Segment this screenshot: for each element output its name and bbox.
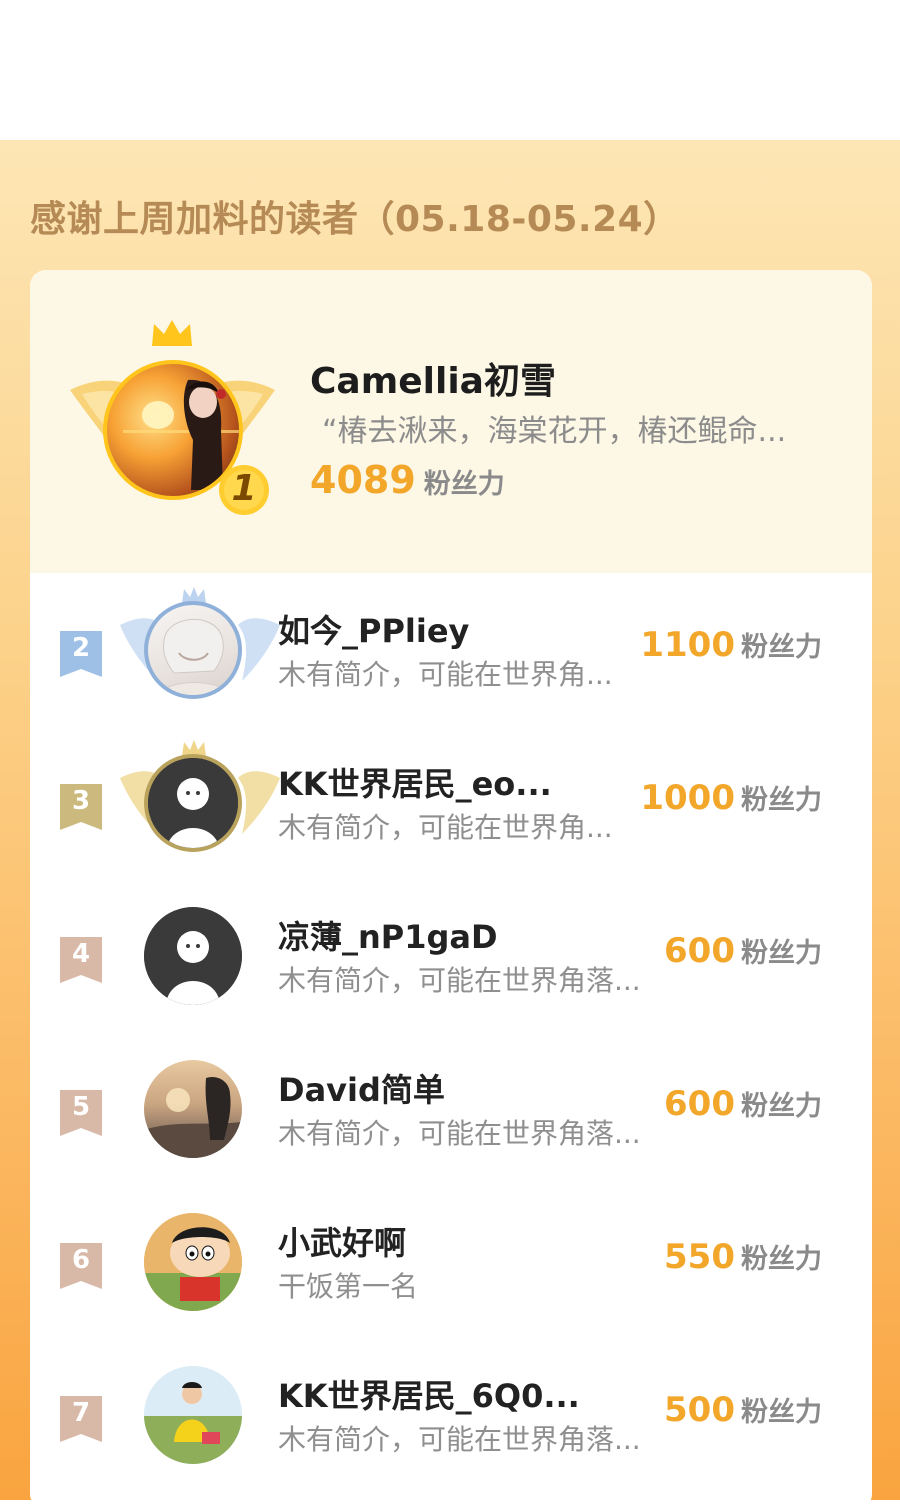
top-reader-bio: “椿去湫来，海棠花开，椿还鲲命... <box>322 414 787 449</box>
list-item[interactable]: 7 KK世界居民_6Q0... 木有简介，可能在世界角落... 500 粉丝力 <box>30 1338 872 1488</box>
avatar-frame <box>110 1044 290 1174</box>
score-unit: 粉丝力 <box>741 632 822 663</box>
reader-bio: 木有简介，可能在世界角... <box>278 658 613 691</box>
rank-number: 5 <box>71 1092 91 1122</box>
leaderboard-panel: 感谢上周加料的读者（05.18-05.24） 1 Camellia初雪 “椿去湫… <box>0 140 900 1510</box>
rank-number: 6 <box>71 1245 91 1275</box>
score-value: 1100 <box>640 625 735 665</box>
score-value: 4089 <box>310 458 416 502</box>
person-photo-icon <box>144 1366 242 1464</box>
top-reader-row[interactable]: 1 Camellia初雪 “椿去湫来，海棠花开，椿还鲲命... 4089 粉丝力 <box>30 270 872 573</box>
score-unit: 粉丝力 <box>741 938 822 969</box>
leaderboard-card: 1 Camellia初雪 “椿去湫来，海棠花开，椿还鲲命... 4089 粉丝力 … <box>30 270 872 1510</box>
reader-score: 600 粉丝力 <box>664 931 822 971</box>
list-item[interactable]: 6 小武好啊 干饭第一名 550 粉丝力 <box>30 1185 872 1335</box>
top-reader-name[interactable]: Camellia初雪 <box>310 352 556 404</box>
reader-name[interactable]: 小武好啊 <box>278 1218 406 1264</box>
reader-name[interactable]: 如今_PPliey <box>278 606 469 652</box>
list-item[interactable]: 4 凉薄_nP1gaD 木有简介，可能在世界角落... 600 粉丝力 <box>30 879 872 1029</box>
rank-number: 2 <box>71 633 91 663</box>
avatar[interactable] <box>144 1060 242 1158</box>
crown-icon <box>152 320 192 346</box>
avatar[interactable] <box>144 754 242 852</box>
avatar-frame <box>110 891 290 1021</box>
reader-bio: 木有简介，可能在世界角... <box>278 811 613 844</box>
score-unit: 粉丝力 <box>423 469 505 500</box>
score-unit: 粉丝力 <box>741 785 822 816</box>
avatar[interactable] <box>144 907 242 1005</box>
reader-score: 550 粉丝力 <box>664 1237 822 1277</box>
avatar[interactable] <box>144 1366 242 1464</box>
score-unit: 粉丝力 <box>741 1397 822 1428</box>
default-avatar-icon <box>144 907 242 1005</box>
score-value: 600 <box>664 931 735 971</box>
score-unit: 粉丝力 <box>741 1091 822 1122</box>
top-avatar-frame: 1 <box>70 320 275 520</box>
landscape-photo-icon <box>144 1076 242 1158</box>
silver-avatar-frame <box>110 585 290 715</box>
score-value: 1000 <box>640 778 735 818</box>
default-avatar-icon <box>148 758 238 848</box>
score-value: 600 <box>664 1084 735 1124</box>
rank-number: 4 <box>71 939 91 969</box>
cartoon-boy-photo-icon <box>144 1213 242 1311</box>
reader-bio: 干饭第一名 <box>278 1270 419 1303</box>
rank-number: 7 <box>71 1398 91 1428</box>
list-item[interactable]: 2 如今_PPliey 木有简介，可能在世界角... 1100 粉丝力 <box>30 573 872 723</box>
score-value: 500 <box>664 1390 735 1430</box>
score-unit: 粉丝力 <box>741 1244 822 1275</box>
reader-score: 600 粉丝力 <box>664 1084 822 1124</box>
avatar-frame <box>110 1350 290 1480</box>
reader-name[interactable]: KK世界居民_6Q0... <box>278 1371 580 1417</box>
rank-number: 3 <box>71 786 91 816</box>
avatar[interactable] <box>144 601 242 699</box>
avatar[interactable] <box>144 1213 242 1311</box>
page-title: 感谢上周加料的读者（05.18-05.24） <box>30 199 680 240</box>
reader-name[interactable]: 凉薄_nP1gaD <box>278 912 498 958</box>
list-item[interactable]: 5 David简单 木有简介，可能在世界角落... 600 粉丝力 <box>30 1032 872 1182</box>
reader-bio: 木有简介，可能在世界角落... <box>278 1423 641 1456</box>
top-reader-score: 4089 粉丝力 <box>310 458 505 502</box>
reader-bio: 木有简介，可能在世界角落... <box>278 1117 641 1150</box>
bronze-avatar-frame <box>110 738 290 868</box>
avatar-frame <box>110 1197 290 1327</box>
reader-name[interactable]: David简单 <box>278 1065 445 1111</box>
top-blank-area <box>0 0 900 140</box>
list-item[interactable]: 3 KK世界居民_eo... 木有简介，可能在世界角... 1000 粉丝力 <box>30 726 872 876</box>
reader-bio: 木有简介，可能在世界角落... <box>278 964 641 997</box>
reader-score: 1000 粉丝力 <box>640 778 822 818</box>
score-value: 550 <box>664 1237 735 1277</box>
anime-boy-photo-icon <box>156 618 232 695</box>
reader-score: 1100 粉丝力 <box>640 625 822 665</box>
rank-1-label: 1 <box>231 468 257 509</box>
reader-score: 500 粉丝力 <box>664 1390 822 1430</box>
reader-name[interactable]: KK世界居民_eo... <box>278 759 552 805</box>
